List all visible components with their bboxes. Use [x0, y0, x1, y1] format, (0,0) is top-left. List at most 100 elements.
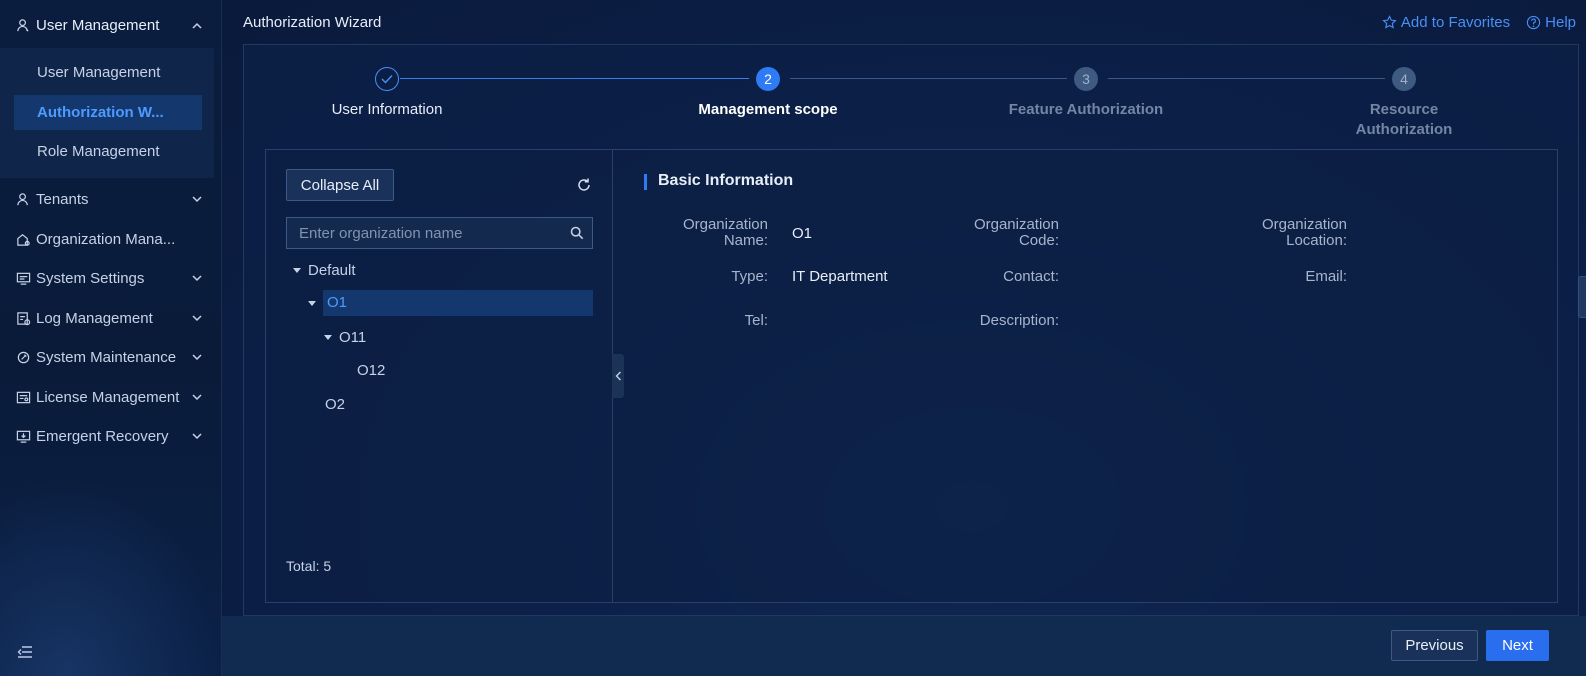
- tree-node-o1[interactable]: O1: [305, 290, 593, 316]
- maintenance-icon: [15, 349, 32, 366]
- search-icon[interactable]: [562, 226, 592, 240]
- sidebar: User Management User Management Authoriz…: [0, 0, 222, 676]
- help-label: Help: [1545, 14, 1576, 31]
- field-label-email: Email:: [1305, 268, 1347, 285]
- organization-search: [286, 217, 593, 249]
- tree-node-label: O1: [323, 290, 593, 316]
- sidebar-item-label: Log Management: [36, 309, 153, 327]
- sidebar-item-label: Tenants: [36, 190, 89, 208]
- settings-icon: [15, 270, 32, 287]
- sidebar-item-label: User Management: [37, 64, 161, 81]
- field-label-tel: Tel:: [744, 312, 768, 329]
- field-value-type: IT Department: [792, 268, 888, 285]
- field-label-description: Description:: [979, 312, 1059, 329]
- previous-button[interactable]: Previous: [1391, 630, 1478, 661]
- chevron-down-icon: [192, 194, 202, 204]
- field-label-contact: Contact:: [1003, 268, 1059, 285]
- check-icon: [381, 75, 393, 84]
- recovery-icon: [15, 428, 32, 445]
- collapse-menu-icon[interactable]: [17, 645, 33, 661]
- chevron-down-icon: [192, 431, 202, 441]
- tree-node-o2[interactable]: O2: [325, 391, 345, 417]
- header-actions: Add to Favorites Help: [1382, 14, 1576, 31]
- collapse-all-button[interactable]: Collapse All: [286, 169, 394, 201]
- chevron-down-icon: [192, 273, 202, 283]
- sidebar-item-authorization-wizard[interactable]: Authorization W...: [14, 95, 202, 130]
- caret-down-icon[interactable]: [290, 267, 304, 273]
- help-icon: [1526, 15, 1541, 30]
- chevron-down-icon: [192, 313, 202, 323]
- caret-down-icon[interactable]: [321, 334, 335, 340]
- next-button[interactable]: Next: [1486, 630, 1549, 661]
- step-2-circle: 2: [756, 67, 780, 91]
- field-label-organization-name: Organization Name:: [682, 216, 768, 249]
- tree-node-label: O2: [325, 395, 346, 413]
- step-1-circle: [375, 67, 399, 91]
- organization-icon: [15, 231, 32, 248]
- field-value-organization-name: O1: [792, 225, 813, 242]
- sidebar-item-system-settings[interactable]: System Settings: [0, 263, 222, 293]
- star-icon: [1382, 15, 1397, 29]
- chevron-down-icon: [192, 392, 202, 402]
- sidebar-item-log-management[interactable]: Log Management: [0, 303, 222, 333]
- section-title: Basic Information: [644, 172, 793, 190]
- wizard-container: 2 3 4 User Information Management scope …: [243, 44, 1579, 616]
- sidebar-item-license-management[interactable]: License Management: [0, 382, 222, 412]
- page-title: Authorization Wizard: [243, 14, 382, 31]
- sidebar-item-label: License Management: [36, 388, 180, 406]
- tenant-icon: [15, 191, 32, 208]
- wizard-footer: Previous Next: [222, 616, 1586, 676]
- step-3-circle: 3: [1074, 67, 1098, 91]
- tree-node-default[interactable]: Default: [290, 257, 356, 283]
- sidebar-item-emergent-recovery[interactable]: Emergent Recovery: [0, 421, 222, 451]
- step-1-label: User Information: [331, 101, 443, 118]
- refresh-icon[interactable]: [576, 177, 594, 195]
- license-icon: [15, 389, 32, 406]
- tree-node-o11[interactable]: O11: [321, 324, 366, 350]
- tree-total-count: Total: 5: [286, 558, 332, 574]
- sidebar-item-label: System Maintenance: [36, 348, 177, 366]
- side-drawer-handle[interactable]: [1578, 276, 1586, 318]
- main-content: Authorization Wizard Add to Favorites He…: [222, 0, 1586, 676]
- step-4-label: Resource Authorization: [1355, 101, 1453, 138]
- submenu-user-management: User Management Authorization W... Role …: [0, 48, 214, 178]
- tree-node-o12[interactable]: O12: [357, 357, 385, 383]
- add-to-favorites-link[interactable]: Add to Favorites: [1382, 14, 1510, 31]
- nav-group-user-management: User Management: [0, 0, 222, 50]
- favorites-label: Add to Favorites: [1400, 14, 1511, 31]
- sidebar-item-system-maintenance[interactable]: System Maintenance: [0, 342, 222, 372]
- step-connector-3: [1108, 78, 1385, 79]
- field-label-type: Type:: [731, 268, 768, 285]
- caret-down-icon[interactable]: [305, 300, 319, 306]
- tree-node-label: O12: [357, 361, 386, 379]
- log-icon: [15, 310, 32, 327]
- sidebar-item-organization[interactable]: Organization Mana...: [0, 224, 222, 254]
- sidebar-item-role-management[interactable]: Role Management: [14, 134, 202, 169]
- chevron-down-icon: [192, 352, 202, 362]
- tree-node-label: Default: [308, 261, 356, 279]
- nav-group-header[interactable]: User Management: [0, 0, 222, 50]
- tree-node-label: O11: [339, 328, 367, 346]
- sidebar-item-tenants[interactable]: Tenants: [0, 184, 222, 214]
- step-connector-2: [790, 78, 1067, 79]
- help-link[interactable]: Help: [1526, 14, 1576, 31]
- organization-search-input[interactable]: [287, 218, 562, 248]
- step-2-label: Management scope: [698, 101, 838, 118]
- sidebar-item-label: Authorization W...: [37, 104, 164, 121]
- sidebar-item-label: System Settings: [36, 269, 145, 287]
- step-3-label: Feature Authorization: [1008, 101, 1164, 118]
- content-panel: Collapse All Default O1: [265, 149, 1558, 603]
- field-label-organization-code: Organization Code:: [973, 216, 1059, 249]
- sidebar-item-label: Role Management: [37, 143, 160, 160]
- sidebar-item-label: Emergent Recovery: [36, 427, 169, 445]
- nav-group-label: User Management: [36, 16, 160, 34]
- field-label-organization-location: Organization Location:: [1261, 216, 1347, 249]
- chevron-up-icon: [192, 20, 202, 30]
- user-icon: [15, 17, 32, 34]
- step-connector-1: [400, 78, 749, 79]
- sidebar-item-label: Organization Mana...: [36, 230, 176, 248]
- organization-details-pane: Basic Information Organization Name: O1 …: [614, 150, 1557, 602]
- sidebar-item-user-management[interactable]: User Management: [14, 55, 202, 90]
- step-4-circle: 4: [1392, 67, 1416, 91]
- organization-tree-pane: Collapse All Default O1: [266, 150, 613, 602]
